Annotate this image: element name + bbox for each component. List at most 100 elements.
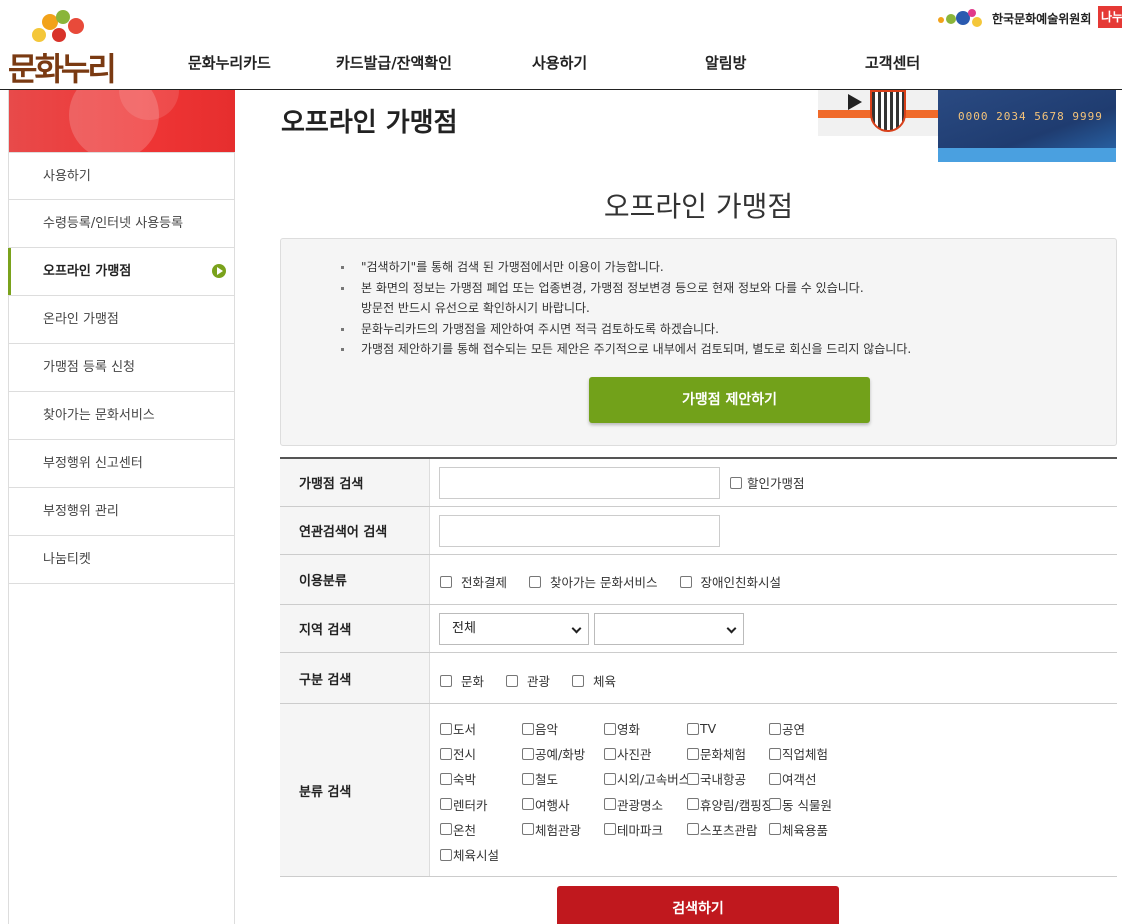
search-button[interactable]: 검색하기: [557, 886, 839, 924]
category-option[interactable]: 렌터카: [440, 795, 488, 814]
checkbox[interactable]: [440, 823, 452, 836]
category-option[interactable]: 여객선: [769, 769, 817, 788]
category-option[interactable]: 직업체험: [769, 744, 828, 763]
checkbox[interactable]: [769, 772, 781, 785]
checkbox[interactable]: [687, 747, 699, 760]
checkbox[interactable]: [440, 848, 452, 861]
nav-item-notice[interactable]: 알림방: [705, 52, 746, 73]
category-option[interactable]: 전시: [440, 744, 476, 763]
checkbox[interactable]: [687, 722, 699, 735]
suggest-store-button[interactable]: 가맹점 제안하기: [589, 377, 870, 423]
sidebar-item-online-stores[interactable]: 온라인 가맹점: [9, 296, 234, 344]
checkbox[interactable]: [604, 772, 616, 785]
site-logo[interactable]: 문화누리: [8, 8, 118, 88]
checkbox[interactable]: [769, 798, 781, 811]
category-row: 렌터카 여행사 관광명소 휴양림/캠핑장 동 식물원: [440, 792, 860, 817]
checkbox[interactable]: [572, 674, 585, 687]
region-select[interactable]: 전체: [439, 613, 589, 645]
category-row: 체육시설: [440, 842, 860, 867]
checkbox[interactable]: [522, 747, 534, 760]
checkbox[interactable]: [679, 575, 692, 588]
type-option-tourism[interactable]: 관광: [506, 671, 550, 690]
sidebar-item-visiting-service[interactable]: 찾아가는 문화서비스: [9, 392, 234, 440]
org-mark-icon: [938, 9, 986, 27]
category-option[interactable]: 온천: [440, 820, 476, 839]
checkbox[interactable]: [604, 823, 616, 836]
checkbox[interactable]: [440, 722, 452, 735]
category-option[interactable]: 영화: [604, 719, 640, 738]
checkbox[interactable]: [522, 722, 534, 735]
category-option[interactable]: 체험관광: [522, 820, 581, 839]
checkbox[interactable]: [440, 674, 452, 687]
sub-region-select[interactable]: [594, 613, 744, 645]
sidebar-item-fraud-management[interactable]: 부정행위 관리: [9, 488, 234, 536]
checkbox[interactable]: [440, 798, 452, 811]
share-ticket-badge[interactable]: 나누: [1098, 6, 1122, 28]
checkbox[interactable]: [687, 823, 699, 836]
checkbox[interactable]: [440, 747, 452, 760]
category-option[interactable]: 테마파크: [604, 820, 663, 839]
category-option[interactable]: 시외/고속버스: [604, 769, 690, 788]
category-option[interactable]: 철도: [522, 769, 558, 788]
category-option[interactable]: 숙박: [440, 769, 476, 788]
nav-item-issue-balance[interactable]: 카드발급/잔액확인: [336, 52, 452, 73]
type-option-culture[interactable]: 문화: [440, 671, 484, 690]
option-label: 공연: [782, 722, 806, 738]
category-option[interactable]: 공연: [769, 719, 805, 738]
category-option[interactable]: 스포츠관람: [687, 820, 758, 839]
checkbox[interactable]: [522, 823, 534, 836]
discount-store-option[interactable]: 할인가맹점: [730, 473, 805, 492]
option-label: 스포츠관람: [700, 822, 758, 838]
category-option[interactable]: 공예/화방: [522, 744, 585, 763]
option-label: 테마파크: [617, 822, 664, 838]
discount-store-checkbox[interactable]: [730, 476, 742, 489]
category-option[interactable]: 국내항공: [687, 769, 746, 788]
checkbox[interactable]: [604, 798, 616, 811]
nav-item-customer-center[interactable]: 고객센터: [865, 52, 920, 73]
nav-item-usage[interactable]: 사용하기: [532, 52, 587, 73]
checkbox[interactable]: [604, 722, 616, 735]
usage-filter-row: 이용분류 전화결제 찾아가는 문화서비스 장애인친화시설: [280, 555, 1117, 605]
option-label: 전시: [453, 747, 477, 763]
related-search-input[interactable]: [439, 515, 720, 547]
store-search-input[interactable]: [439, 467, 720, 499]
sidebar-item-usage[interactable]: 사용하기: [9, 152, 234, 200]
category-grid: 도서 음악 영화 TV 공연전시 공예/화방 사진관 문화체험 직업체험숙박 철도 시외/고속버스 국…: [440, 716, 860, 867]
checkbox[interactable]: [522, 772, 534, 785]
usage-option-accessible[interactable]: 장애인친화시설: [679, 572, 781, 591]
checkbox[interactable]: [440, 772, 452, 785]
checkbox[interactable]: [687, 798, 699, 811]
type-option-sports[interactable]: 체육: [572, 671, 616, 690]
checkbox[interactable]: [769, 823, 781, 836]
category-option[interactable]: 관광명소: [604, 795, 663, 814]
category-search-row: 분류 검색 도서 음악 영화 TV 공연 전시 공예/화방 사진관 문화체험 직업체험 숙박 철도 시외…: [280, 704, 1117, 877]
category-option[interactable]: 체육용품: [769, 820, 828, 839]
category-option[interactable]: 휴양림/캠핑장: [687, 795, 773, 814]
category-option[interactable]: 음악: [522, 719, 558, 738]
checkbox[interactable]: [522, 798, 534, 811]
category-option[interactable]: 동 식물원: [769, 795, 832, 814]
sidebar-item-registration[interactable]: 수령등록/인터넷 사용등록: [9, 200, 234, 248]
sidebar-item-fraud-report[interactable]: 부정행위 신고센터: [9, 440, 234, 488]
sidebar-item-offline-stores[interactable]: 오프라인 가맹점: [8, 248, 234, 296]
checkbox[interactable]: [769, 747, 781, 760]
checkbox[interactable]: [687, 772, 699, 785]
usage-option-visiting-service[interactable]: 찾아가는 문화서비스: [529, 572, 658, 591]
checkbox[interactable]: [769, 722, 781, 735]
category-option[interactable]: 여행사: [522, 795, 570, 814]
checkbox[interactable]: [529, 575, 542, 588]
sidebar-item-share-ticket[interactable]: 나눔티켓: [9, 536, 234, 584]
category-option[interactable]: 체육시설: [440, 845, 499, 864]
category-option[interactable]: TV: [687, 721, 716, 736]
sidebar-item-store-application[interactable]: 가맹점 등록 신청: [9, 344, 234, 392]
category-option[interactable]: 도서: [440, 719, 476, 738]
checkbox[interactable]: [440, 575, 452, 588]
nav-item-card[interactable]: 문화누리카드: [188, 52, 271, 73]
option-label: 관광명소: [617, 797, 664, 813]
checkbox[interactable]: [506, 674, 519, 687]
checkbox[interactable]: [604, 747, 616, 760]
org-logo[interactable]: 한국문화예술위원회: [938, 8, 1091, 28]
category-option[interactable]: 사진관: [604, 744, 652, 763]
category-option[interactable]: 문화체험: [687, 744, 746, 763]
usage-option-phone-payment[interactable]: 전화결제: [440, 572, 507, 591]
